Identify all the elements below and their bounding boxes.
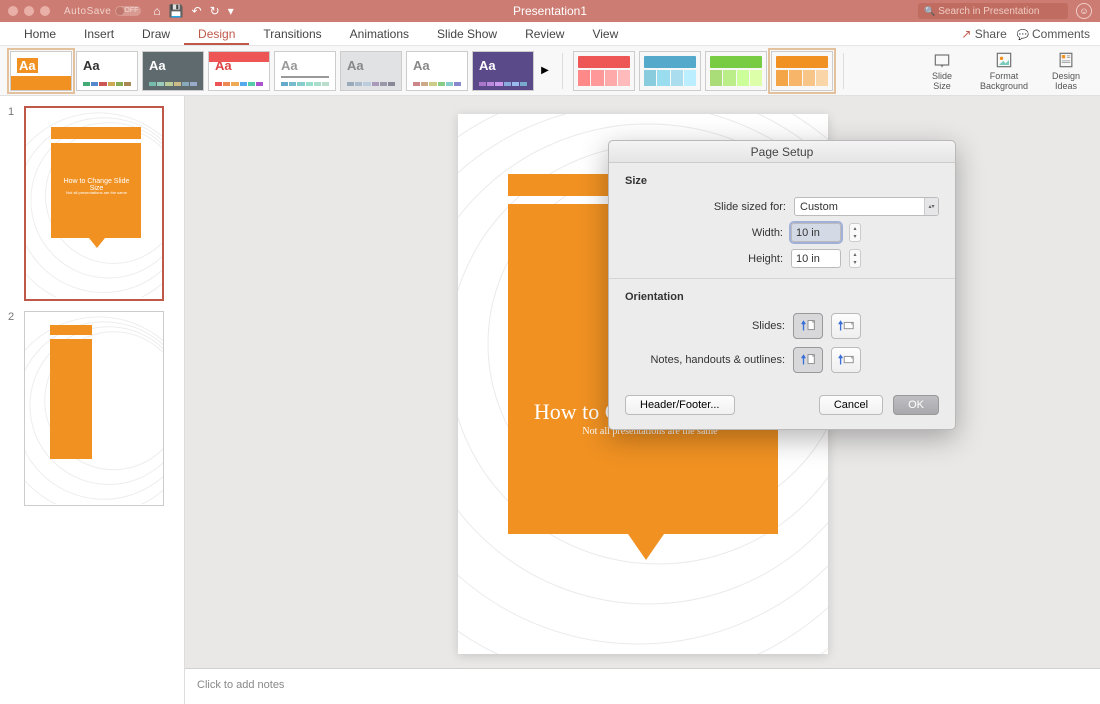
height-stepper[interactable]: ▴▾ — [849, 249, 861, 268]
width-stepper[interactable]: ▴▾ — [849, 223, 861, 242]
theme-thumb-6[interactable]: Aa — [340, 51, 402, 91]
theme-thumb-8[interactable]: Aa — [472, 51, 534, 91]
close-dot[interactable] — [8, 6, 18, 16]
notes-landscape-button[interactable] — [831, 347, 861, 373]
share-button[interactable]: Share — [961, 27, 1006, 41]
window-controls[interactable] — [8, 6, 50, 16]
orientation-section-label: Orientation — [625, 291, 939, 303]
notes-portrait-button[interactable] — [793, 347, 823, 373]
variant-green[interactable] — [705, 51, 767, 91]
tab-review[interactable]: Review — [511, 23, 578, 45]
design-ribbon: Aa Aa Aa Aa Aa Aa Aa Aa ▶ — [0, 46, 1100, 96]
design-ideas-button[interactable]: Design Ideas — [1042, 50, 1090, 92]
variant-blue[interactable] — [639, 51, 701, 91]
width-label: Width: — [752, 227, 783, 239]
ribbon-tabs: Home Insert Draw Design Transitions Anim… — [0, 22, 1100, 46]
theme-thumb-7[interactable]: Aa — [406, 51, 468, 91]
slides-portrait-button[interactable] — [793, 313, 823, 339]
comments-button[interactable]: Comments — [1017, 27, 1090, 41]
tab-animations[interactable]: Animations — [336, 23, 423, 45]
height-input[interactable]: 10 in — [791, 249, 841, 268]
slide-size-button[interactable]: Slide Size — [918, 50, 966, 92]
slide-thumb-2[interactable] — [24, 311, 164, 506]
notes-pane[interactable]: Click to add notes — [185, 668, 1100, 704]
redo-icon[interactable]: ↻ — [210, 4, 220, 18]
slide-panel: 1 How to Change Slide Size Not all prese… — [0, 96, 185, 704]
tab-view[interactable]: View — [578, 23, 632, 45]
home-icon[interactable]: ⌂ — [153, 4, 160, 18]
quick-access-toolbar: ⌂ 💾 ↶ ↻ ▾ — [153, 4, 233, 18]
width-input[interactable]: 10 in — [791, 223, 841, 242]
size-section-label: Size — [625, 175, 939, 187]
tab-design[interactable]: Design — [184, 23, 249, 45]
slide-sized-for-label: Slide sized for: — [714, 201, 786, 213]
undo-icon[interactable]: ↶ — [192, 4, 202, 18]
min-dot[interactable] — [24, 6, 34, 16]
slide-sized-for-select[interactable]: Custom ▴▾ — [794, 197, 939, 216]
tab-insert[interactable]: Insert — [70, 23, 128, 45]
tab-home[interactable]: Home — [10, 23, 70, 45]
theme-thumb-1[interactable]: Aa — [10, 51, 72, 91]
account-icon[interactable]: ☺ — [1076, 3, 1092, 19]
title-bar: AutoSave OFF ⌂ 💾 ↶ ↻ ▾ Presentation1 Sea… — [0, 0, 1100, 22]
slides-orientation-label: Slides: — [752, 320, 785, 332]
variant-red[interactable] — [573, 51, 635, 91]
cancel-button[interactable]: Cancel — [819, 395, 883, 415]
search-input[interactable]: Search in Presentation — [918, 3, 1068, 19]
theme-thumb-5[interactable]: Aa — [274, 51, 336, 91]
header-footer-button[interactable]: Header/Footer... — [625, 395, 735, 415]
tab-transitions[interactable]: Transitions — [249, 23, 335, 45]
zoom-dot[interactable] — [40, 6, 50, 16]
window-title: Presentation1 — [513, 4, 587, 18]
slides-landscape-button[interactable] — [831, 313, 861, 339]
slide-number-2: 2 — [8, 311, 18, 506]
theme-thumb-3[interactable]: Aa — [142, 51, 204, 91]
theme-thumb-4[interactable]: Aa — [208, 51, 270, 91]
ok-button[interactable]: OK — [893, 395, 939, 415]
themes-more-arrow[interactable]: ▶ — [538, 51, 552, 91]
format-background-button[interactable]: Format Background — [980, 50, 1028, 92]
variant-orange[interactable] — [771, 51, 833, 91]
notes-orientation-label: Notes, handouts & outlines: — [650, 354, 785, 366]
tab-slideshow[interactable]: Slide Show — [423, 23, 511, 45]
customize-icon[interactable]: ▾ — [228, 4, 234, 18]
dialog-title: Page Setup — [609, 141, 955, 163]
autosave-label: AutoSave — [64, 6, 111, 17]
height-label: Height: — [748, 253, 783, 265]
save-icon[interactable]: 💾 — [169, 4, 184, 18]
slide-thumb-1[interactable]: How to Change Slide Size Not all present… — [24, 106, 164, 301]
theme-thumb-2[interactable]: Aa — [76, 51, 138, 91]
autosave-toggle[interactable]: OFF — [115, 6, 141, 16]
slide-number-1: 1 — [8, 106, 18, 301]
page-setup-dialog: Page Setup Size Slide sized for: Custom … — [608, 140, 956, 430]
tab-draw[interactable]: Draw — [128, 23, 184, 45]
